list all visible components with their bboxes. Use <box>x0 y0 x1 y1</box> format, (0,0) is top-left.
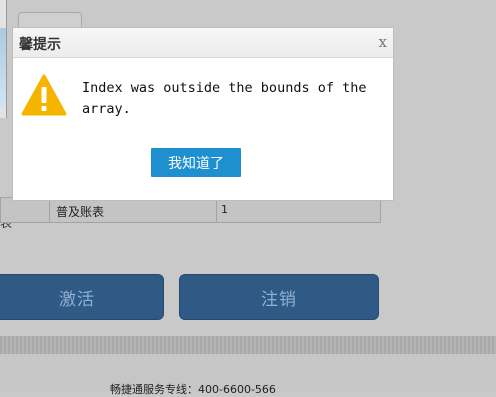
table-cell-name-text: 普及账表 <box>56 205 105 219</box>
warning-icon <box>21 74 67 116</box>
dialog-header: 馨提示 x <box>13 28 393 58</box>
table-cell-value: 1 <box>215 198 381 222</box>
footer: 畅捷通服务专线：400-6600-566 <box>0 354 496 396</box>
ok-button[interactable]: 我知道了 <box>151 148 241 177</box>
activate-button[interactable]: 激活 <box>0 274 164 320</box>
logout-button[interactable]: 注销 <box>179 274 379 320</box>
left-panel <box>0 0 7 118</box>
left-panel-thumbnail <box>0 28 6 108</box>
footer-band <box>0 336 496 354</box>
service-hotline: 畅捷通服务专线：400-6600-566 <box>110 383 276 396</box>
dialog-message: Index was outside the bounds of the arra… <box>82 80 367 117</box>
dialog-title: 馨提示 <box>19 37 61 53</box>
alert-dialog: 馨提示 x Index was outside the bounds of th… <box>12 27 394 201</box>
close-icon[interactable]: x <box>379 35 387 50</box>
table-cell-name: 普及账表 <box>49 198 217 222</box>
table-cell-value-text: 1 <box>221 203 228 216</box>
